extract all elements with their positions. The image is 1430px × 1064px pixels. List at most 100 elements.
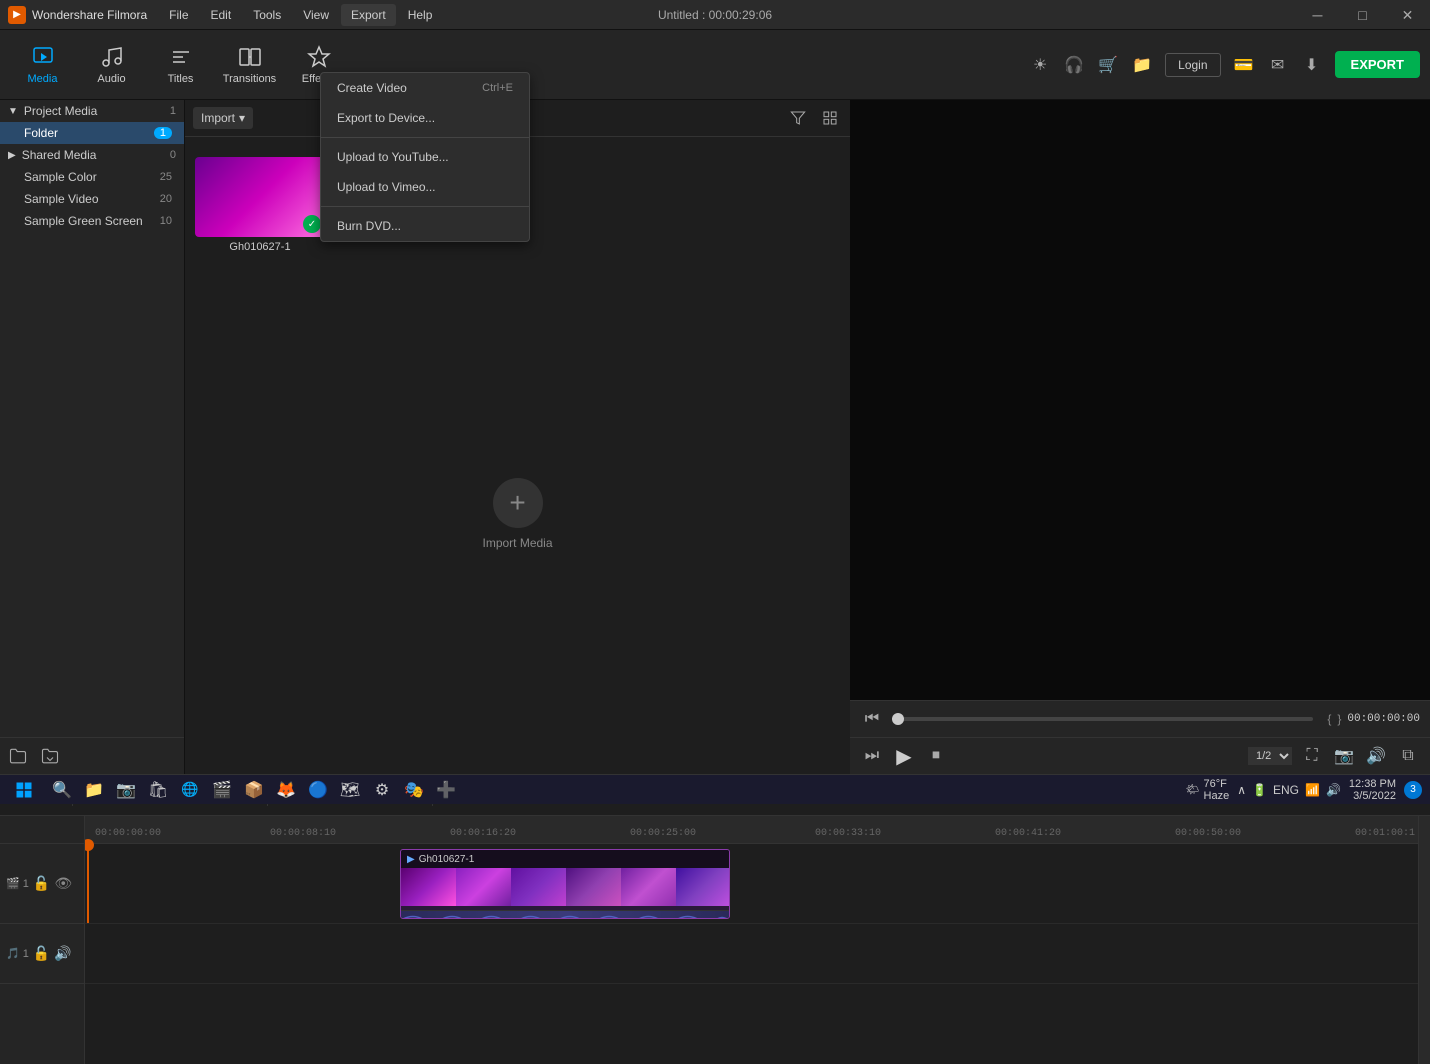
- close-button[interactable]: ✕: [1385, 0, 1430, 30]
- rewind-button[interactable]: ⏭: [860, 744, 884, 768]
- toolbar-audio[interactable]: Audio: [79, 35, 144, 95]
- system-tray: ∧ 🔋 ENG 📶 🔊: [1237, 783, 1341, 797]
- app-name: Wondershare Filmora: [32, 8, 147, 22]
- store-icon[interactable]: 🛒: [1097, 54, 1119, 76]
- lock-track-button[interactable]: 🔓: [33, 875, 50, 892]
- wifi-icon[interactable]: 📶: [1305, 783, 1320, 797]
- import-media-label: Import Media: [482, 536, 552, 550]
- sample-color-item[interactable]: Sample Color 25: [0, 166, 184, 188]
- pip-button[interactable]: ⧉: [1396, 744, 1420, 768]
- start-button[interactable]: [8, 779, 40, 801]
- progress-bar[interactable]: [892, 717, 1313, 721]
- clip-frame: [676, 868, 729, 906]
- play-button[interactable]: ▶: [892, 744, 916, 768]
- export-button[interactable]: EXPORT: [1335, 51, 1420, 78]
- filter-button[interactable]: [786, 106, 810, 130]
- mail-icon[interactable]: ✉: [1267, 54, 1289, 76]
- project-media-header[interactable]: ▼ Project Media 1: [0, 100, 184, 122]
- video-clip[interactable]: ▶ Gh010627-1: [400, 849, 730, 919]
- speed-select[interactable]: 1/2 1/4 1x: [1248, 747, 1292, 765]
- weather-widget[interactable]: 🌤 76°F Haze: [1186, 778, 1230, 802]
- snapshot-button[interactable]: 📷: [1332, 744, 1356, 768]
- prev-frame-button[interactable]: ⏮: [860, 707, 884, 731]
- sample-video-item[interactable]: Sample Video 20: [0, 188, 184, 210]
- clip-frame: [401, 868, 456, 906]
- filmora-taskbar-button[interactable]: 🎬: [208, 776, 236, 804]
- chevron-up-icon[interactable]: ∧: [1237, 783, 1246, 797]
- menu-export[interactable]: Export: [341, 4, 396, 26]
- search-taskbar-button[interactable]: 🔍: [48, 776, 76, 804]
- audio-mute-button[interactable]: 🔊: [54, 945, 71, 962]
- timeline-scrollbar[interactable]: [1418, 816, 1430, 1064]
- menu-view[interactable]: View: [293, 4, 339, 26]
- burn-dvd-item[interactable]: Burn DVD...: [321, 211, 529, 241]
- toolbar-transitions[interactable]: Transitions: [217, 35, 282, 95]
- camera-app-button[interactable]: 📷: [112, 776, 140, 804]
- dropbox-button[interactable]: 📦: [240, 776, 268, 804]
- edge-button[interactable]: 🌐: [176, 776, 204, 804]
- folder-item[interactable]: Folder 1: [0, 122, 184, 144]
- add-media-button[interactable]: +: [493, 478, 543, 528]
- upload-youtube-item[interactable]: Upload to YouTube...: [321, 142, 529, 172]
- keyboard-layout[interactable]: ENG: [1273, 783, 1299, 797]
- minimize-button[interactable]: ─: [1295, 0, 1340, 30]
- menu-edit[interactable]: Edit: [201, 4, 242, 26]
- toggle-visibility-button[interactable]: 👁: [54, 875, 72, 892]
- shared-media-header[interactable]: ▶ Shared Media 0: [0, 144, 184, 166]
- new-folder-button[interactable]: [6, 744, 30, 768]
- weather-condition: Haze: [1204, 790, 1230, 802]
- preview-area: [850, 100, 1430, 700]
- vpn-button[interactable]: 🦊: [272, 776, 300, 804]
- left-panel: ▼ Project Media 1 Folder 1 ▶ Shared Medi…: [0, 100, 185, 774]
- audio-waveform: [403, 912, 727, 920]
- extra-button[interactable]: ➕: [432, 776, 460, 804]
- media-item[interactable]: ✓ Gh010627-1: [195, 157, 325, 253]
- clip-header: ▶ Gh010627-1: [401, 850, 729, 868]
- brightness-icon[interactable]: ☀: [1029, 54, 1051, 76]
- create-video-item[interactable]: Create Video Ctrl+E: [321, 73, 529, 103]
- login-button[interactable]: Login: [1165, 53, 1220, 77]
- taskbar: 🔍 📁 📷 🛍 🌐 🎬 📦 🦊 🔵 🗺 ⚙ 🎭 ➕ 🌤 76°F Haze ∧ …: [0, 774, 1430, 804]
- maps-button[interactable]: 🗺: [336, 776, 364, 804]
- battery-icon[interactable]: 🔋: [1252, 783, 1267, 797]
- volume-taskbar-icon[interactable]: 🔊: [1326, 783, 1341, 797]
- sample-green-screen-item[interactable]: Sample Green Screen 10: [0, 210, 184, 232]
- ruler-mark-5: 00:00:41:20: [995, 828, 1061, 839]
- chrome-button[interactable]: 🔵: [304, 776, 332, 804]
- open-folder-button[interactable]: [38, 744, 62, 768]
- stop-button[interactable]: ⏹: [924, 744, 948, 768]
- time: 12:38 PM: [1349, 778, 1396, 790]
- temperature: 76°F: [1204, 778, 1230, 790]
- progress-handle[interactable]: [892, 713, 904, 725]
- time-display: 00:00:00:00: [1347, 713, 1420, 725]
- import-dropdown[interactable]: Import ▾: [193, 107, 253, 129]
- headphones-icon[interactable]: 🎧: [1063, 54, 1085, 76]
- store-taskbar-button[interactable]: 🛍: [144, 776, 172, 804]
- menu-tools[interactable]: Tools: [243, 4, 291, 26]
- notification-badge[interactable]: 3: [1404, 781, 1422, 799]
- toolbar-media[interactable]: Media: [10, 35, 75, 95]
- maximize-button[interactable]: □: [1340, 0, 1385, 30]
- fullscreen-button[interactable]: ⛶: [1300, 744, 1324, 768]
- download-icon[interactable]: ⬇: [1301, 54, 1323, 76]
- upload-vimeo-item[interactable]: Upload to Vimeo...: [321, 172, 529, 202]
- audio-lock-button[interactable]: 🔓: [33, 945, 50, 962]
- audio-track-lane: [85, 924, 1430, 984]
- timeline-tracks: ▶ Gh010627-1: [85, 844, 1430, 1064]
- settings-button[interactable]: ⚙: [368, 776, 396, 804]
- export-menu: Create Video Ctrl+E Export to Device... …: [320, 72, 530, 242]
- vlc-button[interactable]: 🎭: [400, 776, 428, 804]
- volume-button[interactable]: 🔊: [1364, 744, 1388, 768]
- file-explorer-button[interactable]: 📁: [80, 776, 108, 804]
- card-icon[interactable]: 💳: [1233, 54, 1255, 76]
- ruler-mark-4: 00:00:33:10: [815, 828, 881, 839]
- playhead[interactable]: [87, 844, 89, 923]
- export-to-device-item[interactable]: Export to Device...: [321, 103, 529, 133]
- toolbar-titles[interactable]: Titles: [148, 35, 213, 95]
- grid-view-button[interactable]: [818, 106, 842, 130]
- menu-help[interactable]: Help: [398, 4, 443, 26]
- project-media-arrow: ▼: [8, 106, 18, 117]
- menu-file[interactable]: File: [159, 4, 198, 26]
- menubar: ▶ Wondershare Filmora File Edit Tools Vi…: [0, 0, 1430, 30]
- folder-icon[interactable]: 📁: [1131, 54, 1153, 76]
